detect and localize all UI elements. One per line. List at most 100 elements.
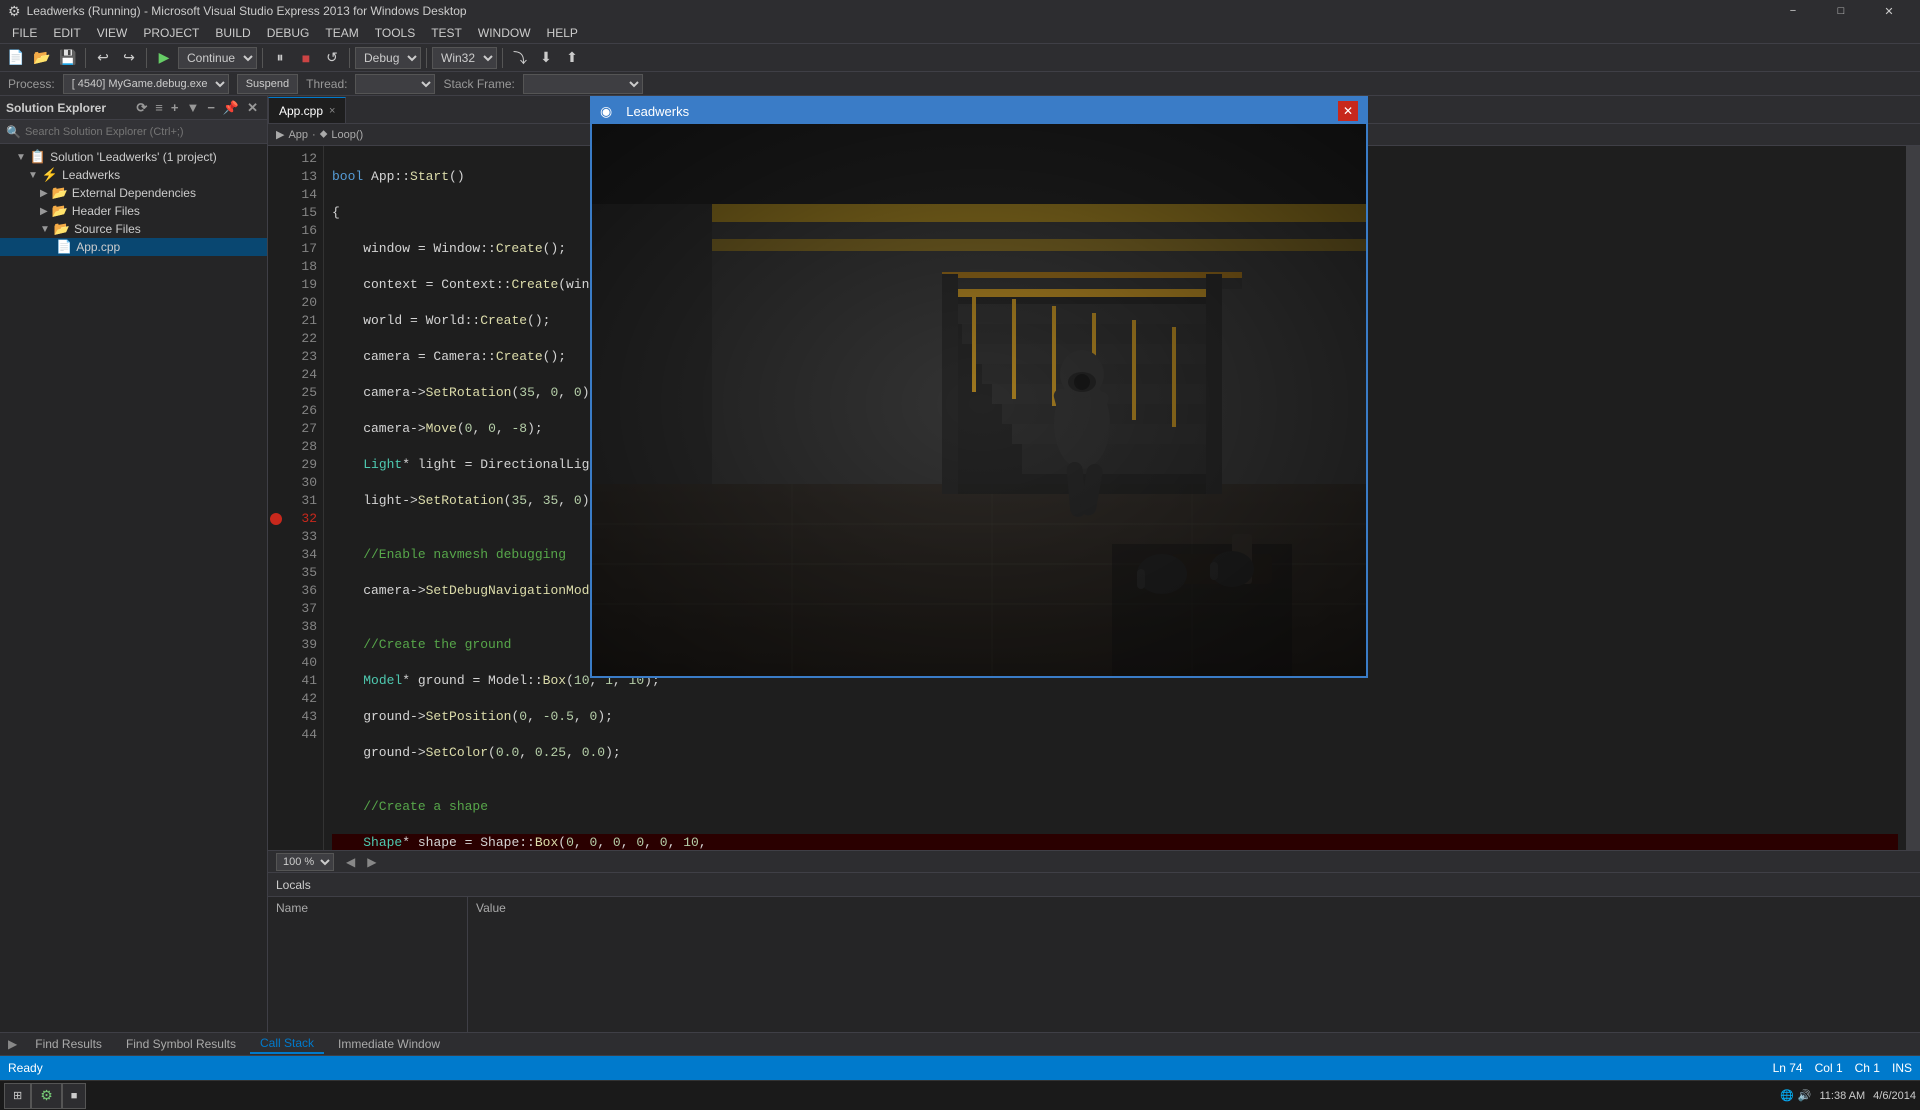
se-properties-btn[interactable]: ≡ (152, 99, 166, 117)
code-line-29: ground->SetColor(0.0, 0.25, 0.0); (332, 744, 1898, 762)
line-num-38: 38 (284, 618, 317, 636)
step-over-button[interactable]: ⤵ (508, 46, 532, 70)
menu-debug[interactable]: DEBUG (259, 24, 318, 42)
menu-project[interactable]: PROJECT (135, 24, 207, 42)
thread-selector[interactable] (355, 74, 435, 94)
minimize-button[interactable]: − (1770, 0, 1816, 22)
restart-button[interactable]: ↺ (320, 46, 344, 70)
se-close-btn[interactable]: ✕ (244, 99, 261, 117)
tree-item-leadwerks[interactable]: ▼ ⚡ Leadwerks (0, 166, 267, 184)
vs-taskbar-button[interactable]: ⚙ (31, 1083, 62, 1109)
line-num-44: 44 (284, 726, 317, 744)
game-title-bar[interactable]: ◉ Leadwerks ✕ (592, 98, 1366, 124)
restore-button[interactable]: □ (1818, 0, 1864, 22)
tab-find-symbol-results[interactable]: Find Symbol Results (116, 1035, 246, 1053)
solution-explorer: Solution Explorer ⟳ ≡ + ▼ − 📌 ✕ 🔍 ▼ 📋 So… (0, 96, 268, 1032)
step-into-button[interactable]: ⬇ (534, 46, 558, 70)
tree-item-header-files[interactable]: ▶ 📂 Header Files (0, 202, 267, 220)
breadcrumb-app[interactable]: App (288, 129, 308, 141)
ext-deps-arrow: ▶ (40, 188, 48, 199)
se-sync-btn[interactable]: ⟳ (133, 99, 150, 117)
taskbar-icons: 🌐 🔊 (1780, 1089, 1811, 1102)
suspend-button[interactable]: Suspend (237, 74, 298, 94)
tree-item-solution[interactable]: ▼ 📋 Solution 'Leadwerks' (1 project) (0, 148, 267, 166)
se-pin-btn[interactable]: 📌 (220, 99, 242, 117)
pause-button[interactable]: ⏸ (268, 46, 292, 70)
search-input[interactable] (25, 126, 261, 138)
se-header-buttons: ⟳ ≡ + ▼ − 📌 ✕ (133, 99, 261, 117)
menu-help[interactable]: HELP (539, 24, 586, 42)
bottom-tabs-bar: ▶ Find Results Find Symbol Results Call … (0, 1032, 1920, 1056)
window-controls: − □ ✕ (1770, 0, 1912, 22)
line-num-43: 43 (284, 708, 317, 726)
line-num-31: 31 (284, 492, 317, 510)
game-scene-svg (592, 124, 1366, 676)
line-num-34: 34 (284, 546, 317, 564)
continue-dropdown[interactable]: Continue (178, 47, 257, 69)
redo-button[interactable]: ↪ (117, 46, 141, 70)
tree-item-app-cpp[interactable]: 📄 App.cpp (0, 238, 267, 256)
status-bar: Ready Ln 74 Col 1 Ch 1 INS (0, 1056, 1920, 1080)
debug-dropdown[interactable]: Debug (355, 47, 421, 69)
close-button[interactable]: ✕ (1866, 0, 1912, 22)
se-collapse-btn[interactable]: − (204, 99, 218, 117)
stop-button[interactable]: ■ (294, 46, 318, 70)
tab-app-cpp-label: App.cpp (279, 104, 323, 118)
game-close-button[interactable]: ✕ (1338, 101, 1358, 121)
status-ln: Ln 74 (1773, 1061, 1803, 1075)
editor-scrollbar[interactable] (1906, 146, 1920, 850)
menu-view[interactable]: VIEW (89, 24, 136, 42)
stack-frame-selector[interactable] (523, 74, 643, 94)
zoom-selector[interactable]: 100 % (276, 853, 334, 871)
menu-file[interactable]: FILE (4, 24, 45, 42)
scroll-left-btn[interactable]: ◀ (346, 855, 355, 869)
menu-tools[interactable]: TOOLS (367, 24, 423, 42)
game-icon: ■ (71, 1090, 78, 1102)
status-right: Ln 74 Col 1 Ch 1 INS (1773, 1061, 1912, 1075)
game-taskbar-button[interactable]: ■ (62, 1083, 87, 1109)
solution-icon: 📋 (30, 149, 46, 165)
locals-title: Locals (276, 878, 311, 892)
se-new-folder-btn[interactable]: + (168, 99, 182, 117)
line-num-33: 33 (284, 528, 317, 546)
step-out-button[interactable]: ⬆ (560, 46, 584, 70)
locals-name-header: Name (276, 901, 459, 915)
platform-dropdown[interactable]: Win32 (432, 47, 497, 69)
tab-call-stack[interactable]: Call Stack (250, 1034, 324, 1054)
new-button[interactable]: 📄 (4, 46, 28, 70)
source-files-arrow: ▼ (40, 224, 50, 235)
process-selector[interactable]: [ 4540] MyGame.debug.exe (63, 74, 229, 94)
taskbar-time: 11:38 AM (1820, 1090, 1866, 1102)
breadcrumb-func[interactable]: Loop() (331, 129, 363, 141)
line-num-27: 27 (284, 420, 317, 438)
line-num-15: 15 (284, 204, 317, 222)
menu-build[interactable]: BUILD (207, 24, 258, 42)
tab-immediate-window[interactable]: Immediate Window (328, 1035, 450, 1053)
line-num-29: 29 (284, 456, 317, 474)
line-num-35: 35 (284, 564, 317, 582)
header-files-arrow: ▶ (40, 206, 48, 217)
tab-find-results[interactable]: Find Results (25, 1035, 112, 1053)
menu-window[interactable]: WINDOW (470, 24, 539, 42)
se-filter-btn[interactable]: ▼ (183, 99, 202, 117)
stack-frame-label: Stack Frame: (443, 77, 514, 91)
menu-test[interactable]: TEST (423, 24, 470, 42)
start-button[interactable]: ▶ (152, 46, 176, 70)
line-num-26: 26 (284, 402, 317, 420)
tree-item-ext-deps[interactable]: ▶ 📂 External Dependencies (0, 184, 267, 202)
ext-deps-icon: 📂 (52, 185, 68, 201)
line-num-25: 25 (284, 384, 317, 402)
breakpoint-dot[interactable] (270, 513, 282, 525)
menu-team[interactable]: TEAM (317, 24, 366, 42)
code-line-28: ground->SetPosition(0, -0.5, 0); (332, 708, 1898, 726)
start-menu-button[interactable]: ⊞ (4, 1083, 31, 1109)
menu-edit[interactable]: EDIT (45, 24, 88, 42)
save-button[interactable]: 💾 (56, 46, 80, 70)
scroll-right-btn[interactable]: ▶ (367, 855, 376, 869)
open-button[interactable]: 📂 (30, 46, 54, 70)
tree-item-source-files[interactable]: ▼ 📂 Source Files (0, 220, 267, 238)
tab-app-cpp[interactable]: App.cpp × (268, 97, 346, 123)
undo-button[interactable]: ↩ (91, 46, 115, 70)
tab-close-button[interactable]: × (329, 105, 335, 117)
app-cpp-icon: 📄 (56, 239, 72, 255)
